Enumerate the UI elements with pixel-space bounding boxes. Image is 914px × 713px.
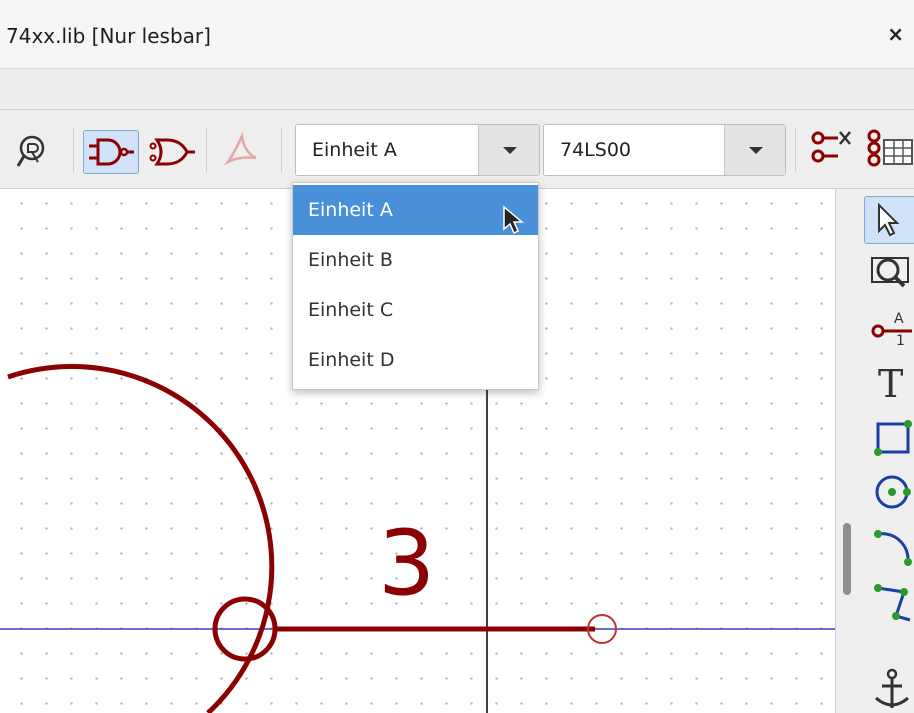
close-button[interactable]: × [887,22,904,46]
unit-select[interactable]: Einheit A [295,124,540,176]
add-circle-icon[interactable] [864,468,914,516]
de-morgan-convert-icon[interactable] [145,130,199,174]
title-bar: 74xx.lib [Nur lesbar] × [0,0,914,69]
toolbar-separator [206,128,207,172]
pin-icon-name: A [894,311,904,327]
menu-bar [0,69,914,110]
de-morgan-normal-icon[interactable] [83,130,139,174]
select-arrow-icon[interactable] [864,196,914,244]
pin-icon-number: 1 [896,333,905,349]
part-select[interactable]: 74LS00 [543,124,786,176]
chevron-down-icon [749,147,763,154]
pin-table-view-icon[interactable] [864,128,914,172]
chevron-down-icon [503,147,517,154]
scrollbar-thumb[interactable] [843,523,851,595]
add-polyline-icon[interactable] [864,576,914,624]
part-select-value: 74LS00 [560,139,631,161]
pin-table-icon[interactable] [808,128,858,172]
toolbar-separator [73,128,74,172]
pin-number-label: 3 [378,511,436,616]
gate-body-arc [7,364,275,713]
add-arc-icon[interactable] [864,522,914,570]
unit-select-value: Einheit A [312,139,397,161]
window-title: 74xx.lib [Nur lesbar] [6,24,211,48]
unit-select-dropdown-button[interactable] [478,125,539,175]
part-select-dropdown-button[interactable] [724,125,785,175]
unit-option[interactable]: Einheit D [293,335,538,385]
unit-option[interactable]: Einheit B [293,235,538,285]
add-pin-icon[interactable]: A 1 [864,305,914,353]
toolbar-separator [795,128,796,172]
toolbar-separator [281,128,282,172]
unit-option[interactable]: Einheit C [293,285,538,335]
add-text-icon[interactable]: T [864,360,914,408]
datasheet-pdf-icon[interactable] [220,130,264,174]
mouse-cursor-icon [502,205,526,237]
add-rectangle-icon[interactable] [864,414,914,462]
anchor-icon[interactable] [864,664,914,712]
text-tool-glyph: T [878,362,904,406]
zoom-selection-icon[interactable] [864,250,914,298]
zoom-fit-icon[interactable] [10,130,54,174]
